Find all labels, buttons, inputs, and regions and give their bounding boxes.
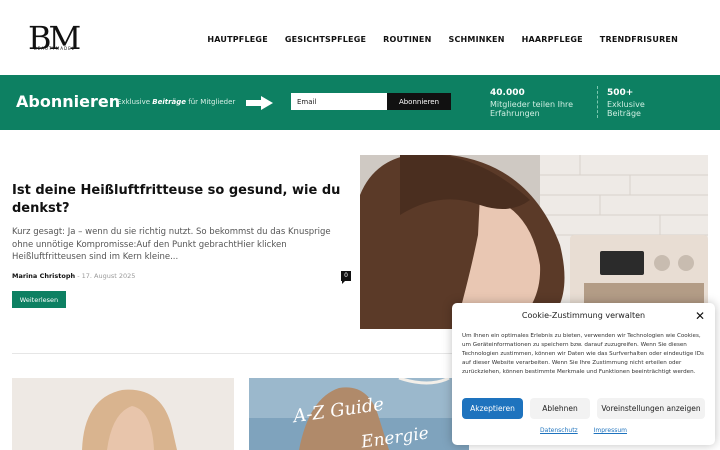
- banner-subtitle: Exklusive Beiträge für Mitglieder: [117, 98, 235, 106]
- stat-posts: 500+ Exklusive Beiträge: [607, 88, 677, 118]
- arrow-right-icon: [246, 96, 274, 110]
- accept-cookies-button[interactable]: Akzeptieren: [462, 398, 523, 419]
- nav-haarpflege[interactable]: HAARPFLEGE: [522, 35, 583, 44]
- deny-cookies-button[interactable]: Ablehnen: [530, 398, 590, 419]
- nav-routinen[interactable]: ROUTINEN: [383, 35, 431, 44]
- stat-posts-label: Exklusive Beiträge: [607, 100, 645, 118]
- logo-subtext: BEAUTYMADEL: [34, 46, 75, 51]
- close-icon[interactable]: ✕: [695, 309, 705, 323]
- banner-title: Abonnieren: [16, 92, 121, 111]
- stat-members-number: 40.000: [490, 88, 525, 98]
- featured-article-title[interactable]: Ist deine Heißluftfritteuse so gesund, w…: [12, 182, 342, 218]
- privacy-link[interactable]: Datenschutz: [540, 427, 578, 434]
- cookie-dialog-body: Um Ihnen ein optimales Erlebnis zu biete…: [462, 333, 704, 375]
- article-card-image-1[interactable]: [12, 378, 234, 450]
- subscribe-banner: Abonnieren Exklusive Beiträge für Mitgli…: [0, 75, 720, 130]
- imprint-link[interactable]: Impressum: [594, 427, 627, 434]
- cookie-consent-dialog: Cookie-Zustimmung verwalten ✕ Um Ihnen e…: [452, 303, 715, 445]
- cookie-preferences-button[interactable]: Voreinstellungen anzeigen: [597, 398, 705, 419]
- main-nav: HAUTPFLEGE GESICHTSPFLEGE ROUTINEN SCHMI…: [190, 35, 678, 44]
- article-date: 17. August 2025: [81, 272, 136, 280]
- stat-members: 40.000 Mitglieder teilen Ihre Erfahrunge…: [490, 88, 590, 118]
- banner-subtitle-emphasis: Beiträge: [152, 98, 187, 106]
- article-author[interactable]: Marina Christoph: [12, 272, 75, 280]
- email-input[interactable]: [291, 93, 387, 110]
- cookie-dialog-title: Cookie-Zustimmung verwalten: [521, 311, 646, 320]
- featured-article-excerpt: Kurz gesagt: Ja – wenn du sie richtig nu…: [12, 227, 331, 262]
- cookie-links: Datenschutz Impressum: [452, 427, 715, 434]
- banner-subtitle-prefix: Exklusive: [117, 98, 153, 106]
- stat-members-label: Mitglieder teilen Ihre Erfahrungen: [490, 100, 574, 118]
- subscribe-button[interactable]: Abonnieren: [387, 93, 451, 110]
- nav-gesichtspflege[interactable]: GESICHTSPFLEGE: [285, 35, 366, 44]
- comment-count-badge[interactable]: 0: [341, 271, 351, 284]
- nav-hautpflege[interactable]: HAUTPFLEGE: [207, 35, 268, 44]
- banner-subtitle-suffix: für Mitglieder: [186, 98, 236, 106]
- nav-schminken[interactable]: SCHMINKEN: [449, 35, 505, 44]
- read-more-button[interactable]: Weiterlesen: [12, 291, 66, 308]
- site-header: BM BEAUTYMADEL HAUTPFLEGE GESICHTSPFLEGE…: [0, 0, 720, 75]
- stat-posts-number: 500+: [607, 88, 634, 98]
- featured-article-meta: Marina Christoph - 17. August 2025: [12, 272, 135, 280]
- stat-divider: [597, 86, 598, 118]
- article-card-image-2[interactable]: A-Z Guide Energie: [249, 378, 469, 450]
- site-logo[interactable]: BM BEAUTYMADEL: [28, 20, 86, 58]
- nav-trendfrisuren[interactable]: TRENDFRISUREN: [600, 35, 678, 44]
